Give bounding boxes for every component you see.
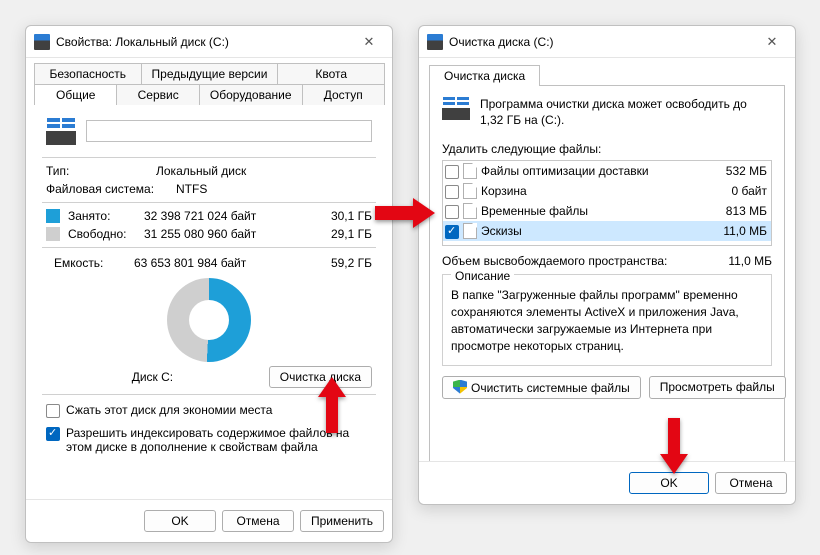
tab-hardware[interactable]: Оборудование [199, 84, 303, 105]
file-size: 813 МБ [707, 204, 767, 218]
ok-button[interactable]: OK [629, 472, 709, 494]
clean-system-files-button[interactable]: Очистить системные файлы [442, 376, 641, 399]
cancel-button[interactable]: Отмена [222, 510, 294, 532]
capacity-gb: 59,2 ГБ [322, 256, 372, 270]
file-checkbox[interactable] [445, 225, 459, 239]
tabs: Безопасность Предыдущие версии Квота Общ… [26, 58, 392, 104]
capacity-label: Емкость: [54, 256, 134, 270]
document-icon [463, 183, 477, 199]
tab-security[interactable]: Безопасность [34, 63, 142, 84]
used-swatch [46, 209, 60, 223]
freed-value: 11,0 МБ [702, 254, 772, 268]
tab-general[interactable]: Общие [34, 84, 117, 105]
free-label: Свободно: [68, 227, 144, 241]
used-gb: 30,1 ГБ [322, 209, 372, 223]
file-name: Временные файлы [481, 204, 703, 218]
type-label: Тип: [46, 164, 156, 178]
delete-label: Удалить следующие файлы: [442, 138, 772, 160]
file-row[interactable]: Эскизы 11,0 МБ [443, 221, 771, 241]
shield-icon [453, 380, 467, 394]
dialog-buttons: OK Отмена [419, 461, 795, 504]
compress-checkbox[interactable] [46, 404, 60, 418]
document-icon [463, 223, 477, 239]
tab-disk-cleanup[interactable]: Очистка диска [429, 65, 540, 86]
drive-icon [427, 34, 443, 50]
description-legend: Описание [451, 269, 514, 283]
fs-label: Файловая система: [46, 182, 176, 196]
file-checkbox[interactable] [445, 165, 459, 179]
info-text: Программа очистки диска может освободить… [480, 96, 772, 128]
general-panel: Тип:Локальный диск Файловая система:NTFS… [34, 104, 384, 462]
document-icon [463, 163, 477, 179]
tab-previous-versions[interactable]: Предыдущие версии [141, 63, 279, 84]
window-title: Очистка диска (C:) [449, 35, 757, 49]
file-size: 11,0 МБ [707, 224, 767, 238]
view-files-button[interactable]: Просмотреть файлы [649, 376, 786, 399]
tabs: Очистка диска [419, 58, 795, 85]
drive-icon [46, 117, 76, 145]
used-bytes: 32 398 721 024 байт [144, 209, 322, 223]
dialog-buttons: OK Отмена Применить [26, 499, 392, 542]
drive-icon [34, 34, 50, 50]
disk-cleanup-button[interactable]: Очистка диска [269, 366, 372, 388]
tab-sharing[interactable]: Доступ [302, 84, 385, 105]
apply-button[interactable]: Применить [300, 510, 384, 532]
disk-cleanup-window: Очистка диска (C:) ✕ Очистка диска Прогр… [418, 25, 796, 505]
titlebar: Свойства: Локальный диск (C:) ✕ [26, 26, 392, 58]
file-checkbox[interactable] [445, 205, 459, 219]
file-name: Файлы оптимизации доставки [481, 164, 703, 178]
cleanup-panel: Программа очистки диска может освободить… [429, 85, 785, 465]
free-swatch [46, 227, 60, 241]
type-value: Локальный диск [156, 164, 372, 178]
drive-name-input[interactable] [86, 120, 372, 142]
titlebar: Очистка диска (C:) ✕ [419, 26, 795, 58]
file-row[interactable]: Файлы оптимизации доставки 532 МБ [443, 161, 771, 181]
compress-label: Сжать этот диск для экономии места [66, 403, 272, 417]
free-bytes: 31 255 080 960 байт [144, 227, 322, 241]
document-icon [463, 203, 477, 219]
file-name: Эскизы [481, 224, 703, 238]
description-group: Описание В папке "Загруженные файлы прог… [442, 274, 772, 365]
file-row[interactable]: Временные файлы 813 МБ [443, 201, 771, 221]
usage-donut-chart [167, 278, 251, 362]
close-icon[interactable]: ✕ [354, 34, 384, 50]
window-title: Свойства: Локальный диск (C:) [56, 35, 354, 49]
file-list[interactable]: Файлы оптимизации доставки 532 МБ Корзина 0… [442, 160, 772, 246]
drive-icon [442, 96, 470, 122]
file-checkbox[interactable] [445, 185, 459, 199]
file-name: Корзина [481, 184, 703, 198]
tab-tools[interactable]: Сервис [116, 84, 199, 105]
disk-label: Диск C: [46, 370, 259, 384]
description-text: В папке "Загруженные файлы программ" вре… [451, 287, 763, 354]
tab-quota[interactable]: Квота [277, 63, 385, 84]
file-size: 532 МБ [707, 164, 767, 178]
file-row[interactable]: Корзина 0 байт [443, 181, 771, 201]
ok-button[interactable]: OK [144, 510, 216, 532]
fs-value: NTFS [176, 182, 372, 196]
free-gb: 29,1 ГБ [322, 227, 372, 241]
properties-window: Свойства: Локальный диск (C:) ✕ Безопасн… [25, 25, 393, 543]
cancel-button[interactable]: Отмена [715, 472, 787, 494]
file-size: 0 байт [707, 184, 767, 198]
capacity-bytes: 63 653 801 984 байт [134, 256, 322, 270]
index-checkbox[interactable] [46, 427, 60, 441]
used-label: Занято: [68, 209, 144, 223]
index-label: Разрешить индексировать содержимое файло… [66, 426, 372, 454]
freed-label: Объем высвобождаемого пространства: [442, 254, 702, 268]
close-icon[interactable]: ✕ [757, 34, 787, 50]
